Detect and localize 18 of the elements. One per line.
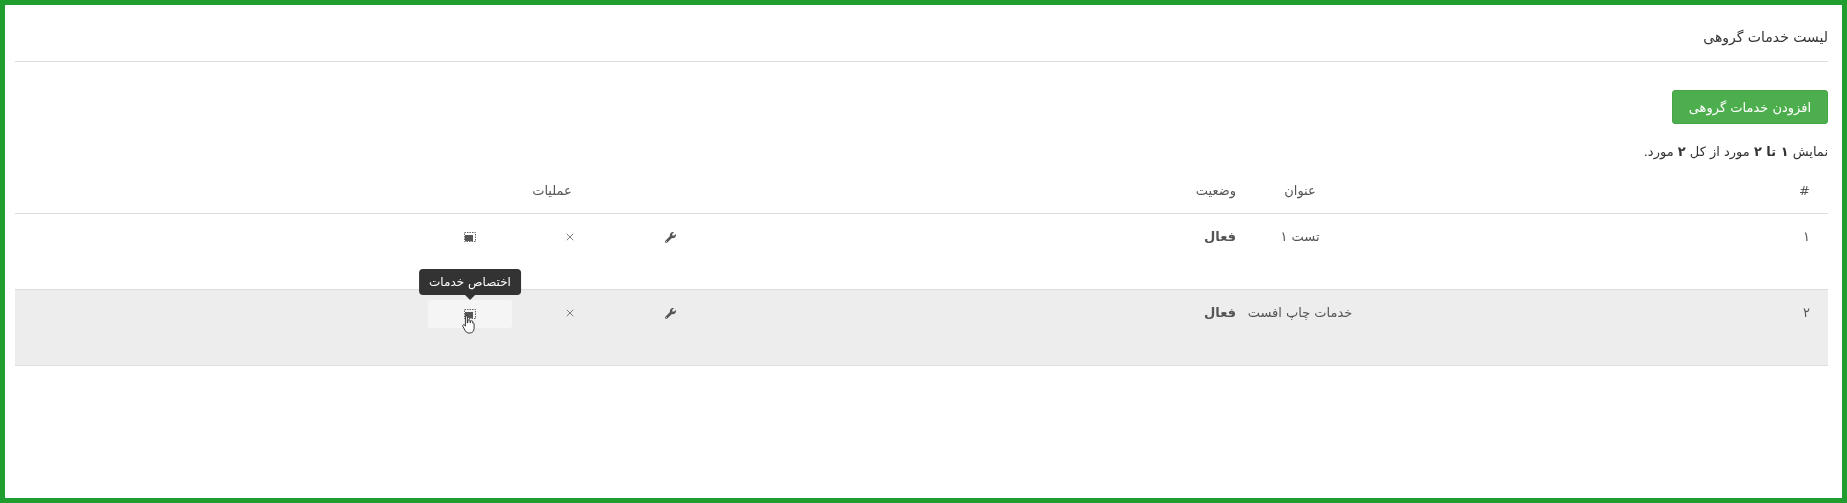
column-header: وضعیت — [1195, 183, 1236, 201]
table-cell-text: ۱ — [1803, 229, 1810, 246]
page-title: لیست خدمات گروهی — [1703, 29, 1828, 45]
tooltip-arrow — [465, 295, 475, 300]
table-cell-text: ۲ — [1803, 305, 1810, 322]
column-header: عملیات — [532, 183, 572, 200]
table-cell-text: فعال — [1204, 229, 1236, 246]
card-icon — [464, 232, 476, 242]
table-cell-text: تست ۱ — [1280, 229, 1320, 246]
assign-button[interactable] — [428, 300, 512, 328]
result-summary: نمایش ۱ تا ۲ مورد از کل ۲ مورد. — [1642, 144, 1828, 159]
table-cell-text: خدمات چاپ افست — [1247, 305, 1353, 322]
table-cell-text: فعال — [1204, 305, 1236, 322]
hand-cursor-icon — [462, 314, 476, 334]
add-button[interactable]: افزودن خدمات گروهی — [1671, 90, 1828, 124]
tooltip: اختصاص خدمات — [419, 269, 521, 295]
column-header: عنوان — [1284, 183, 1316, 201]
column-header: # — [1799, 183, 1810, 200]
